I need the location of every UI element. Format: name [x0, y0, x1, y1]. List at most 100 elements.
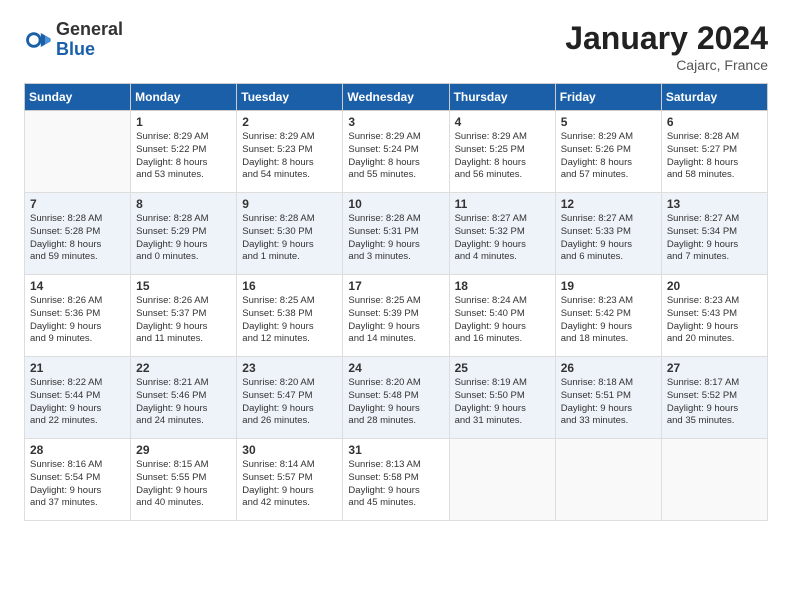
col-tuesday: Tuesday [237, 84, 343, 111]
col-wednesday: Wednesday [343, 84, 449, 111]
table-row: 12Sunrise: 8:27 AM Sunset: 5:33 PM Dayli… [555, 193, 661, 275]
day-number: 8 [136, 197, 231, 211]
day-number: 20 [667, 279, 762, 293]
day-info: Sunrise: 8:28 AM Sunset: 5:30 PM Dayligh… [242, 213, 337, 264]
day-info: Sunrise: 8:28 AM Sunset: 5:29 PM Dayligh… [136, 213, 231, 264]
day-info: Sunrise: 8:28 AM Sunset: 5:27 PM Dayligh… [667, 131, 762, 182]
day-info: Sunrise: 8:18 AM Sunset: 5:51 PM Dayligh… [561, 377, 656, 428]
day-info: Sunrise: 8:28 AM Sunset: 5:31 PM Dayligh… [348, 213, 443, 264]
table-row: 7 Sunrise: 8:28 AM Sunset: 5:28 PM Daylig… [25, 193, 131, 275]
day-info: Sunrise: 8:28 AM Sunset: 5:28 PM Dayligh… [30, 213, 125, 264]
table-row: 19 Sunrise: 8:23 AM Sunset: 5:42 PM Dayli… [555, 275, 661, 357]
table-row [449, 439, 555, 521]
day-info: Sunrise: 8:20 AM Sunset: 5:47 PM Dayligh… [242, 377, 337, 428]
day-number: 31 [348, 443, 443, 457]
table-row [661, 439, 767, 521]
table-row: 28Sunrise: 8:16 AM Sunset: 5:54 PM Dayli… [25, 439, 131, 521]
day-info: Sunrise: 8:27 AM Sunset: 5:32 PM Dayligh… [455, 213, 550, 264]
day-number: 13 [667, 197, 762, 211]
day-number: 11 [455, 197, 550, 211]
day-number: 18 [455, 279, 550, 293]
table-row: 15 Sunrise: 8:26 AM Sunset: 5:37 PM Dayli… [131, 275, 237, 357]
table-row: 27Sunrise: 8:17 AM Sunset: 5:52 PM Dayli… [661, 357, 767, 439]
day-number: 27 [667, 361, 762, 375]
table-row: 8 Sunrise: 8:28 AM Sunset: 5:29 PM Daylig… [131, 193, 237, 275]
day-number: 2 [242, 115, 337, 129]
day-number: 17 [348, 279, 443, 293]
day-number: 25 [455, 361, 550, 375]
day-info: Sunrise: 8:25 AM Sunset: 5:39 PM Dayligh… [348, 295, 443, 346]
table-row: 9 Sunrise: 8:28 AM Sunset: 5:30 PM Daylig… [237, 193, 343, 275]
day-info: Sunrise: 8:29 AM Sunset: 5:26 PM Dayligh… [561, 131, 656, 182]
table-row: 20Sunrise: 8:23 AM Sunset: 5:43 PM Dayli… [661, 275, 767, 357]
month-title: January 2024 [565, 20, 768, 57]
day-number: 14 [30, 279, 125, 293]
calendar-header-row: Sunday Monday Tuesday Wednesday Thursday… [25, 84, 768, 111]
day-number: 16 [242, 279, 337, 293]
calendar-table: Sunday Monday Tuesday Wednesday Thursday… [24, 83, 768, 521]
day-number: 4 [455, 115, 550, 129]
day-info: Sunrise: 8:20 AM Sunset: 5:48 PM Dayligh… [348, 377, 443, 428]
logo-icon [24, 26, 52, 54]
table-row: 6 Sunrise: 8:28 AM Sunset: 5:27 PM Daylig… [661, 111, 767, 193]
day-info: Sunrise: 8:14 AM Sunset: 5:57 PM Dayligh… [242, 459, 337, 510]
calendar-week-row: 21 Sunrise: 8:22 AM Sunset: 5:44 PM Dayli… [25, 357, 768, 439]
day-info: Sunrise: 8:15 AM Sunset: 5:55 PM Dayligh… [136, 459, 231, 510]
table-row: 3Sunrise: 8:29 AM Sunset: 5:24 PM Daylig… [343, 111, 449, 193]
table-row: 13Sunrise: 8:27 AM Sunset: 5:34 PM Dayli… [661, 193, 767, 275]
day-number: 21 [30, 361, 125, 375]
table-row: 30 Sunrise: 8:14 AM Sunset: 5:57 PM Dayli… [237, 439, 343, 521]
day-info: Sunrise: 8:13 AM Sunset: 5:58 PM Dayligh… [348, 459, 443, 510]
day-info: Sunrise: 8:29 AM Sunset: 5:22 PM Dayligh… [136, 131, 231, 182]
day-number: 9 [242, 197, 337, 211]
day-info: Sunrise: 8:24 AM Sunset: 5:40 PM Dayligh… [455, 295, 550, 346]
logo-general: General [56, 20, 123, 40]
table-row: 24Sunrise: 8:20 AM Sunset: 5:48 PM Dayli… [343, 357, 449, 439]
table-row: 25 Sunrise: 8:19 AM Sunset: 5:50 PM Dayli… [449, 357, 555, 439]
day-number: 10 [348, 197, 443, 211]
day-number: 15 [136, 279, 231, 293]
day-number: 28 [30, 443, 125, 457]
day-info: Sunrise: 8:26 AM Sunset: 5:37 PM Dayligh… [136, 295, 231, 346]
table-row: 31 Sunrise: 8:13 AM Sunset: 5:58 PM Dayli… [343, 439, 449, 521]
col-thursday: Thursday [449, 84, 555, 111]
table-row: 17 Sunrise: 8:25 AM Sunset: 5:39 PM Dayli… [343, 275, 449, 357]
col-saturday: Saturday [661, 84, 767, 111]
day-number: 19 [561, 279, 656, 293]
table-row: 1 Sunrise: 8:29 AM Sunset: 5:22 PM Daylig… [131, 111, 237, 193]
calendar-week-row: 1 Sunrise: 8:29 AM Sunset: 5:22 PM Daylig… [25, 111, 768, 193]
col-monday: Monday [131, 84, 237, 111]
table-row: 22Sunrise: 8:21 AM Sunset: 5:46 PM Dayli… [131, 357, 237, 439]
day-info: Sunrise: 8:23 AM Sunset: 5:42 PM Dayligh… [561, 295, 656, 346]
table-row: 2Sunrise: 8:29 AM Sunset: 5:23 PM Daylig… [237, 111, 343, 193]
day-number: 29 [136, 443, 231, 457]
table-row: 16Sunrise: 8:25 AM Sunset: 5:38 PM Dayli… [237, 275, 343, 357]
table-row: 29 Sunrise: 8:15 AM Sunset: 5:55 PM Dayli… [131, 439, 237, 521]
col-sunday: Sunday [25, 84, 131, 111]
day-info: Sunrise: 8:22 AM Sunset: 5:44 PM Dayligh… [30, 377, 125, 428]
table-row: 11 Sunrise: 8:27 AM Sunset: 5:32 PM Dayli… [449, 193, 555, 275]
table-row: 26Sunrise: 8:18 AM Sunset: 5:51 PM Dayli… [555, 357, 661, 439]
table-row: 18 Sunrise: 8:24 AM Sunset: 5:40 PM Dayli… [449, 275, 555, 357]
day-number: 7 [30, 197, 125, 211]
day-number: 1 [136, 115, 231, 129]
day-info: Sunrise: 8:19 AM Sunset: 5:50 PM Dayligh… [455, 377, 550, 428]
title-block: January 2024 Cajarc, France [565, 20, 768, 73]
table-row [25, 111, 131, 193]
day-number: 22 [136, 361, 231, 375]
calendar-week-row: 7 Sunrise: 8:28 AM Sunset: 5:28 PM Daylig… [25, 193, 768, 275]
day-number: 6 [667, 115, 762, 129]
calendar-week-row: 14 Sunrise: 8:26 AM Sunset: 5:36 PM Dayli… [25, 275, 768, 357]
day-info: Sunrise: 8:26 AM Sunset: 5:36 PM Dayligh… [30, 295, 125, 346]
col-friday: Friday [555, 84, 661, 111]
table-row: 10 Sunrise: 8:28 AM Sunset: 5:31 PM Dayli… [343, 193, 449, 275]
day-info: Sunrise: 8:29 AM Sunset: 5:25 PM Dayligh… [455, 131, 550, 182]
logo: General Blue [24, 20, 123, 60]
table-row: 14 Sunrise: 8:26 AM Sunset: 5:36 PM Dayli… [25, 275, 131, 357]
header: General Blue January 2024 Cajarc, France [24, 20, 768, 73]
page: General Blue January 2024 Cajarc, France… [0, 0, 792, 612]
table-row: 23Sunrise: 8:20 AM Sunset: 5:47 PM Dayli… [237, 357, 343, 439]
day-info: Sunrise: 8:27 AM Sunset: 5:33 PM Dayligh… [561, 213, 656, 264]
table-row: 21 Sunrise: 8:22 AM Sunset: 5:44 PM Dayli… [25, 357, 131, 439]
day-number: 30 [242, 443, 337, 457]
